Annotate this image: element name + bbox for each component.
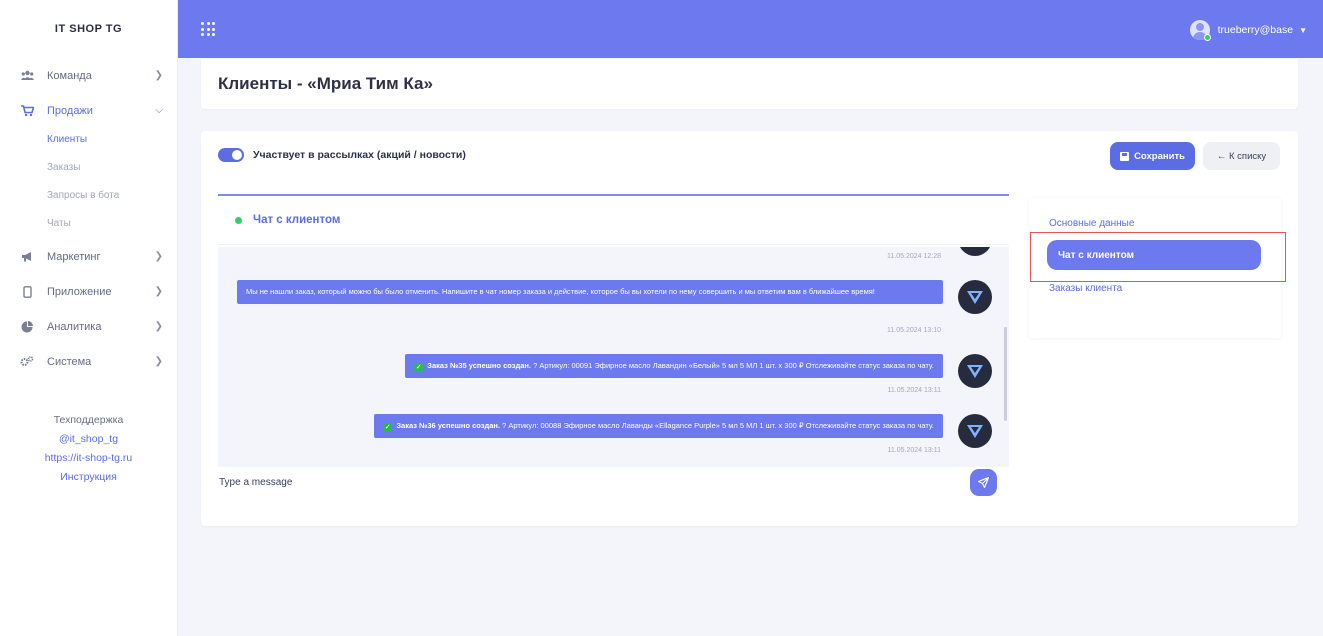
user-menu[interactable]: trueberry@base ▼	[1189, 20, 1307, 41]
tab-client-chat[interactable]: Чат с клиентом	[1047, 240, 1261, 270]
message-bubble: Мы не нашли заказ, который можно бы было…	[237, 280, 943, 304]
message-input[interactable]	[218, 467, 970, 497]
sidebar-nav: Команда ❯ Продажи ⌵	[0, 58, 177, 128]
sales-submenu: Клиенты Заказы Запросы в бота Чаты	[0, 125, 177, 237]
message-time: 11.05.2024 13:10	[887, 327, 941, 334]
sidebar-subitem-orders[interactable]: Заказы	[0, 153, 177, 181]
chevron-right-icon: ❯	[154, 286, 163, 297]
chat-message: ✓ Заказ №35 успешно создан. ? Артикул: 00…	[405, 354, 943, 378]
chevron-right-icon: ❯	[154, 70, 163, 81]
check-icon: ✓	[414, 363, 424, 372]
newsletter-toggle-row: Участвует в рассылках (акций / новости)	[218, 148, 466, 162]
send-icon	[978, 476, 989, 488]
online-status-icon	[235, 216, 242, 224]
sidebar-item-sales[interactable]: Продажи ⌵	[0, 93, 177, 128]
chevron-down-icon: ⌵	[155, 105, 163, 116]
message-time: 11.05.2024 13:11	[887, 387, 941, 394]
support-title: Техподдержка	[53, 414, 124, 426]
message-bubble: ✓ Заказ №35 успешно создан. ? Артикул: 00…	[405, 354, 943, 378]
sidebar-nav-rest: Маркетинг ❯ Приложение ❯ Аналитика ❯ Сис…	[0, 239, 177, 379]
message-text: ? Артикул: 00088 Эфирное масло Лаванды «…	[500, 421, 934, 430]
support-manual-link[interactable]: Инструкция	[0, 468, 177, 487]
sidebar-subitem-clients[interactable]: Клиенты	[0, 125, 177, 153]
message-bold: Заказ №36 успешно создан.	[396, 421, 501, 430]
gears-icon	[20, 355, 34, 369]
mobile-icon	[20, 285, 34, 299]
save-button-label: Сохранить	[1134, 150, 1185, 162]
sidebar-subitem-bot-requests[interactable]: Запросы в бота	[0, 181, 177, 209]
users-icon	[20, 69, 34, 83]
chat-messages[interactable]: 11.05.2024 12:28 Мы не нашли заказ, кото…	[218, 247, 1009, 467]
sidebar-item-label: Приложение	[47, 285, 112, 298]
megaphone-icon	[20, 250, 34, 264]
chat-title: Чат с клиентом	[253, 214, 341, 226]
bot-avatar	[958, 247, 992, 256]
chevron-right-icon: ❯	[154, 251, 163, 262]
client-card: Участвует в рассылках (акций / новости) …	[201, 131, 1298, 526]
sidebar-item-analytics[interactable]: Аналитика ❯	[0, 309, 177, 344]
client-tabs: Основные данные Чат с клиентом Заказы кл…	[1029, 198, 1281, 338]
newsletter-toggle[interactable]	[218, 148, 244, 162]
sidebar-item-team[interactable]: Команда ❯	[0, 58, 177, 93]
message-bold: Заказ №35 успешно создан.	[427, 361, 531, 370]
bot-logo-icon	[967, 424, 983, 438]
chat-scrollbar[interactable]	[1004, 327, 1007, 421]
chat-header: Чат с клиентом	[218, 196, 1009, 245]
user-email: trueberry@base	[1217, 24, 1294, 36]
save-icon	[1120, 151, 1130, 161]
bot-avatar	[958, 280, 992, 314]
chat-message: ✓ Заказ №36 успешно создан. ? Артикул: 00…	[374, 414, 943, 438]
message-time: 11.05.2024 13:11	[887, 447, 941, 454]
bot-avatar	[958, 354, 992, 388]
newsletter-label: Участвует в рассылках (акций / новости)	[253, 149, 466, 161]
send-button[interactable]	[970, 468, 997, 496]
chevron-right-icon: ❯	[154, 321, 163, 332]
caret-down-icon: ▼	[1299, 25, 1307, 35]
sidebar-item-label: Система	[47, 355, 92, 368]
bot-logo-icon	[967, 364, 983, 378]
message-bubble: ✓ Заказ №36 успешно создан. ? Артикул: 00…	[374, 414, 943, 438]
cart-icon	[20, 104, 34, 118]
page-title: Клиенты - «Мриа Тим Ка»	[218, 74, 433, 93]
sidebar-item-label: Аналитика	[47, 320, 102, 333]
message-time: 11.05.2024 12:28	[887, 253, 941, 260]
brand-logo[interactable]: IT SHOP TG	[0, 0, 177, 58]
chevron-right-icon: ❯	[154, 356, 163, 367]
page-header: Клиенты - «Мриа Тим Ка»	[201, 59, 1298, 109]
support-block: Техподдержка @it_shop_tg https://it-shop…	[0, 411, 177, 487]
back-to-list-button[interactable]: ← К списку	[1203, 142, 1280, 170]
sidebar-item-label: Маркетинг	[47, 250, 101, 263]
check-icon: ✓	[383, 423, 393, 432]
sidebar-item-label: Команда	[47, 69, 92, 82]
bot-avatar	[958, 414, 992, 448]
sidebar-item-app[interactable]: Приложение ❯	[0, 274, 177, 309]
apps-grid-icon[interactable]	[201, 22, 215, 36]
sidebar-subitem-chats[interactable]: Чаты	[0, 209, 177, 237]
message-text: ? Артикул: 00091 Эфирное масло Лавандин …	[531, 361, 934, 370]
tab-main-data[interactable]: Основные данные	[1049, 218, 1134, 229]
chat-message: Мы не нашли заказ, который можно бы было…	[237, 280, 943, 304]
support-site-link[interactable]: https://it-shop-tg.ru	[0, 449, 177, 468]
sidebar: IT SHOP TG Команда ❯ Продажи ⌵ Клиенты З…	[0, 0, 178, 636]
sidebar-item-marketing[interactable]: Маркетинг ❯	[0, 239, 177, 274]
online-status-icon	[1203, 34, 1211, 41]
support-telegram-link[interactable]: @it_shop_tg	[0, 430, 177, 449]
pie-chart-icon	[20, 320, 34, 334]
save-button[interactable]: Сохранить	[1110, 142, 1195, 170]
message-input-row	[218, 467, 1009, 497]
top-bar: trueberry@base ▼	[178, 0, 1323, 58]
tab-client-orders[interactable]: Заказы клиента	[1049, 283, 1122, 294]
chat-panel: Чат с клиентом 11.05.2024 12:28 Мы не на…	[218, 194, 1009, 497]
bot-logo-icon	[967, 290, 983, 304]
sidebar-item-label: Продажи	[47, 104, 93, 117]
sidebar-item-system[interactable]: Система ❯	[0, 344, 177, 379]
